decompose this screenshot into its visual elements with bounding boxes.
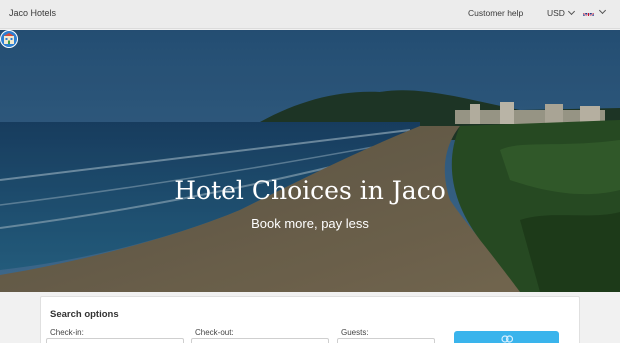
page-subtitle: Book more, pay less bbox=[251, 216, 369, 231]
page-title: Hotel Choices in Jaco bbox=[174, 176, 446, 205]
checkout-label: Check-out: bbox=[195, 328, 234, 337]
currency-label: USD bbox=[547, 8, 565, 18]
uk-flag-icon bbox=[583, 8, 594, 16]
guests-field[interactable] bbox=[337, 338, 435, 343]
chevron-down-icon bbox=[567, 7, 575, 16]
checkin-field[interactable] bbox=[46, 338, 184, 343]
hotel-crest-icon bbox=[0, 30, 18, 48]
brand-logo-text[interactable]: Jaco Hotels bbox=[9, 8, 56, 18]
currency-selector[interactable]: USD bbox=[547, 7, 575, 18]
language-selector[interactable] bbox=[583, 6, 607, 16]
customer-help-link[interactable]: Customer help bbox=[468, 8, 523, 18]
beach-photo bbox=[0, 30, 620, 292]
search-icon bbox=[500, 335, 513, 343]
guests-label: Guests: bbox=[341, 328, 369, 337]
search-options-title: Search options bbox=[50, 309, 119, 320]
search-button[interactable] bbox=[454, 331, 559, 343]
checkin-label: Check-in: bbox=[50, 328, 84, 337]
hero-banner: Hotel Choices in Jaco Book more, pay les… bbox=[0, 30, 620, 292]
checkout-field[interactable] bbox=[191, 338, 329, 343]
chevron-down-icon bbox=[598, 6, 607, 15]
top-bar: Jaco Hotels Customer help USD bbox=[0, 0, 620, 29]
search-options-panel: Search options Check-in: Check-out: Gues… bbox=[40, 296, 580, 343]
